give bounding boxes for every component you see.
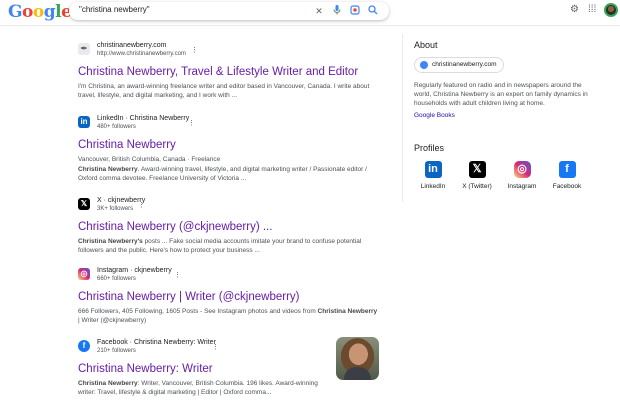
result-source[interactable]: in LinkedIn · Christina Newberry 480+ fo… xyxy=(78,114,378,132)
google-logo[interactable]: Google xyxy=(8,2,72,22)
more-options-icon[interactable]: ⋮ xyxy=(138,202,145,210)
globe-icon xyxy=(420,61,428,69)
result-title-link[interactable]: Christina Newberry: Writer xyxy=(78,362,378,376)
result-snippet: Christina Newberry: Writer, Vancouver, B… xyxy=(78,380,318,396)
search-result: 𝕏 X · ckjnewberry 3K+ followers ⋮ Christ… xyxy=(78,196,378,255)
result-site: christinanewberry.com xyxy=(97,42,167,49)
profile-label: X (Twitter) xyxy=(462,183,492,190)
result-meta: Vancouver, British Columbia, Canada · Fr… xyxy=(78,156,221,163)
profile-label: Instagram xyxy=(507,183,537,190)
pen-icon: ✒ xyxy=(78,43,90,55)
result-thumbnail[interactable] xyxy=(336,337,379,380)
result-followers: 660+ followers xyxy=(97,276,136,282)
search-result: in LinkedIn · Christina Newberry 480+ fo… xyxy=(78,114,378,183)
profile-label: LinkedIn xyxy=(420,183,446,190)
profile-facebook[interactable]: f Facebook xyxy=(545,161,589,190)
search-result: ✒ christinanewberry.com http://www.chris… xyxy=(78,41,378,100)
result-followers: 3K+ followers xyxy=(97,206,134,212)
website-chip[interactable]: christinanewberry.com xyxy=(414,57,504,73)
facebook-icon: f xyxy=(558,161,576,178)
result-snippet: 666 Followers, 405 Following, 1605 Posts… xyxy=(78,308,378,324)
search-result: ◎ Instagram · ckjnewberry 660+ followers… xyxy=(78,266,378,325)
result-title-link[interactable]: Christina Newberry | Writer (@ckjnewberr… xyxy=(78,290,378,304)
google-books-link[interactable]: Google Books xyxy=(414,112,455,119)
more-options-icon[interactable]: ⋮ xyxy=(174,272,181,280)
about-heading: About xyxy=(414,40,438,50)
profile-label: Facebook xyxy=(552,183,582,190)
instagram-icon: ◎ xyxy=(78,268,90,280)
profile-instagram[interactable]: ◎ Instagram xyxy=(500,161,544,190)
x-icon: 𝕏 xyxy=(468,161,486,178)
about-description: Regularly featured on radio and in newsp… xyxy=(414,82,588,107)
result-url: http://www.christinanewberry.com xyxy=(97,51,186,57)
result-site: LinkedIn · Christina Newberry xyxy=(97,115,190,122)
result-site: Facebook · Christina Newberry: Writer xyxy=(97,339,216,346)
close-icon[interactable]: ✕ xyxy=(313,5,325,17)
result-title-link[interactable]: Christina Newberry xyxy=(78,138,378,152)
result-site: Instagram · ckjnewberry xyxy=(97,267,172,274)
search-box[interactable]: "christina newberry" ✕ xyxy=(69,2,389,20)
more-options-icon[interactable]: ⋮ xyxy=(212,344,219,352)
search-input[interactable]: "christina newberry" xyxy=(79,5,150,14)
profiles-heading: Profiles xyxy=(414,143,445,153)
avatar[interactable] xyxy=(604,3,618,17)
result-title-link[interactable]: Christina Newberry, Travel & Lifestyle W… xyxy=(78,65,378,79)
result-title-link[interactable]: Christina Newberry (@ckjnewberry) ... xyxy=(78,220,378,234)
top-bar: Google "christina newberry" ✕ ⚙ ⁞⁞⁞ xyxy=(0,0,620,26)
result-source[interactable]: 𝕏 X · ckjnewberry 3K+ followers ⋮ xyxy=(78,196,378,214)
gear-icon[interactable]: ⚙ xyxy=(570,3,579,17)
microphone-icon[interactable] xyxy=(331,5,343,17)
linkedin-icon: in xyxy=(78,116,90,128)
profile-x[interactable]: 𝕏 X (Twitter) xyxy=(455,161,499,190)
instagram-icon: ◎ xyxy=(513,161,531,178)
result-snippet: Christina Newberry's posts ... Fake soci… xyxy=(78,238,362,254)
result-snippet: I'm Christina, an award-winning freelanc… xyxy=(78,83,370,99)
x-icon: 𝕏 xyxy=(78,198,90,210)
result-followers: 210+ followers xyxy=(97,348,136,354)
result-source[interactable]: ◎ Instagram · ckjnewberry 660+ followers… xyxy=(78,266,378,284)
linkedin-icon: in xyxy=(424,161,442,178)
search-icon[interactable] xyxy=(367,5,379,17)
thumbnail-figure xyxy=(344,367,371,380)
result-source[interactable]: ✒ christinanewberry.com http://www.chris… xyxy=(78,41,378,59)
result-followers: 480+ followers xyxy=(97,124,136,130)
facebook-icon: f xyxy=(78,340,90,352)
lens-icon[interactable] xyxy=(349,5,361,17)
result-source[interactable]: f Facebook · Christina Newberry: Writer … xyxy=(78,338,378,356)
apps-grid-icon[interactable]: ⁞⁞⁞ xyxy=(588,3,596,17)
header-divider xyxy=(0,25,620,26)
panel-divider xyxy=(402,34,403,202)
result-snippet: Christina Newberry. Award-winning travel… xyxy=(78,166,367,182)
more-options-icon[interactable]: ⋮ xyxy=(191,47,198,55)
profile-linkedin[interactable]: in LinkedIn xyxy=(411,161,455,190)
more-options-icon[interactable]: ⋮ xyxy=(188,120,195,128)
search-result: f Facebook · Christina Newberry: Writer … xyxy=(78,338,378,397)
